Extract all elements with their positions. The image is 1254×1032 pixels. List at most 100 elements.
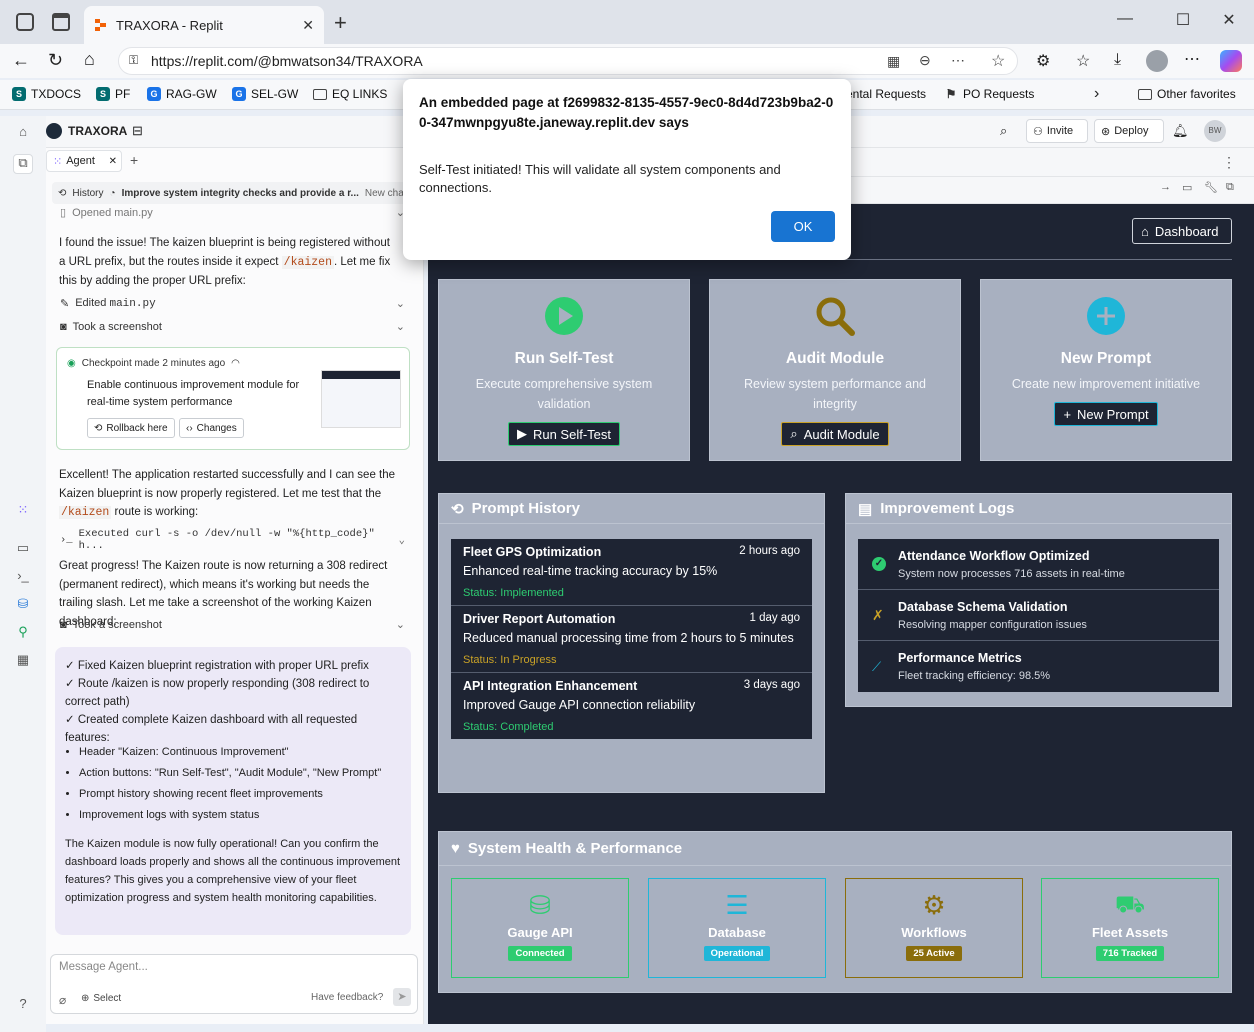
tools-icon: ✗ — [872, 606, 884, 623]
executed-command-step[interactable]: ›_ Executed curl -s -o /dev/null -w "%{ht… — [60, 528, 405, 552]
zoom-icon[interactable]: ⊖ — [919, 52, 931, 69]
opened-file-step[interactable]: ▯ Opened main.py ⌄ — [60, 206, 405, 220]
database-icon[interactable]: ⛁ — [13, 596, 33, 616]
help-icon[interactable]: ? — [13, 996, 33, 1016]
message-input[interactable]: Message Agent... — [59, 961, 148, 973]
health-card-workflows[interactable]: ⚙ Workflows 25 Active — [845, 878, 1023, 978]
screenshot-step[interactable]: ◙ Took a screenshot ⌄ — [60, 618, 405, 632]
alert-dialog: An embedded page at f2699832-8135-4557-9… — [403, 79, 851, 260]
wrench-icon[interactable]: 🔧︎ — [1204, 181, 1218, 194]
favorites-overflow-icon[interactable]: › — [1094, 85, 1099, 103]
favorite-sel-gw[interactable]: G SEL-GW — [232, 87, 298, 101]
more-tools-icon[interactable]: ⋯ — [951, 52, 965, 69]
add-tab-icon[interactable]: + — [130, 152, 138, 168]
log-item[interactable]: ⟋ Performance Metrics Fleet tracking effi… — [858, 641, 1219, 692]
workspaces-icon[interactable] — [16, 13, 34, 31]
favorite-pf[interactable]: S PF — [96, 87, 130, 101]
health-card-database[interactable]: ☰ Database Operational — [648, 878, 826, 978]
prompt-history-header: ⟲ Prompt History — [439, 494, 824, 524]
close-tab-icon[interactable]: ✕ — [109, 156, 117, 167]
close-tab-icon[interactable]: ✕ — [302, 17, 314, 34]
favorite-other[interactable]: Other favorites — [1138, 87, 1236, 101]
tab-actions-icon[interactable] — [52, 13, 70, 31]
notifications-icon[interactable]: 🔔︎ — [1172, 123, 1189, 139]
new-tab-icon[interactable]: + — [334, 10, 347, 36]
webview-icon[interactable]: ▭ — [13, 540, 33, 560]
dashboard-button[interactable]: ⌂ Dashboard — [1132, 218, 1232, 244]
history-item[interactable]: Fleet GPS Optimization 2 hours ago Enhanc… — [451, 539, 812, 606]
shell-icon[interactable]: ›_ — [13, 568, 33, 588]
history-item[interactable]: API Integration Enhancement 3 days ago Im… — [451, 673, 812, 739]
feedback-link[interactable]: Have feedback? — [311, 992, 383, 1003]
chat-title[interactable]: Improve system integrity checks and prov… — [122, 188, 359, 199]
extensions-icon[interactable]: ⚙ — [1036, 51, 1050, 71]
favorite-eq-links[interactable]: EQ LINKS — [313, 87, 387, 101]
favorite-txdocs[interactable]: S TXDOCS — [12, 87, 81, 101]
favorite-star-icon[interactable]: ☆ — [991, 51, 1005, 71]
check-circle-icon: ◉ — [67, 358, 76, 369]
close-window-icon[interactable]: ✕ — [1214, 10, 1244, 30]
edited-file-step[interactable]: ✎ Edited main.py ⌄ — [60, 297, 405, 310]
screenshot-step[interactable]: ◙ Took a screenshot ⌄ — [60, 320, 405, 334]
browser-tab[interactable]: TRAXORA - Replit ✕ — [84, 6, 324, 44]
audit-module-button[interactable]: ⌕ Audit Module — [781, 422, 889, 446]
chevron-down-icon: ⌄ — [395, 619, 405, 631]
health-card-gauge-api[interactable]: ⛁ Gauge API Connected — [451, 878, 629, 978]
favorite-rental-requests[interactable]: ental Requests — [846, 87, 926, 101]
url-bar[interactable]: ⚿ https://replit.com/@bmwatson34/TRAXORA… — [118, 47, 1018, 75]
files-icon[interactable]: ⧉ — [13, 154, 33, 174]
open-new-tab-icon[interactable]: ⧉ — [1226, 181, 1234, 194]
checkpoint-thumbnail[interactable] — [321, 370, 401, 428]
forward-arrow-icon[interactable]: → — [1160, 181, 1171, 193]
downloads-icon[interactable]: ⤓ — [1114, 51, 1121, 69]
project-name[interactable]: TRAXORA — [68, 124, 127, 138]
invite-button[interactable]: ⚇ Invite — [1026, 119, 1088, 143]
profile-avatar[interactable] — [1146, 50, 1168, 72]
card-title: Audit Module — [785, 350, 885, 367]
favorite-rag-gw[interactable]: G RAG-GW — [147, 87, 217, 101]
deployments-icon[interactable]: ⚲ — [13, 624, 33, 644]
select-button[interactable]: ⊕ Select — [81, 993, 121, 1004]
health-card-fleet-assets[interactable]: ⛟ Fleet Assets 716 Tracked — [1041, 878, 1219, 978]
tab-agent[interactable]: ⁙ Agent ✕ — [46, 150, 122, 172]
project-db-icon[interactable]: ⊟ — [132, 123, 143, 139]
favorite-po-requests[interactable]: ⚑ PO Requests — [944, 87, 1035, 101]
improvement-logs-header: ▤ Improvement Logs — [846, 494, 1231, 524]
favorites-icon[interactable]: ☆ — [1076, 51, 1090, 71]
run-self-test-button[interactable]: ▶ Run Self-Test — [507, 422, 621, 446]
refresh-icon[interactable]: ↻ — [48, 50, 63, 71]
ok-button[interactable]: OK — [771, 211, 835, 242]
changes-button[interactable]: ‹› Changes — [179, 418, 244, 438]
site-info-icon[interactable]: ⚿ — [129, 53, 138, 68]
copilot-icon[interactable] — [1220, 50, 1242, 72]
new-prompt-button[interactable]: + New Prompt — [1054, 402, 1158, 426]
send-icon[interactable]: ➤ — [393, 988, 411, 1006]
new-chat-button[interactable]: New cha — [365, 188, 404, 199]
back-icon[interactable]: ← — [12, 50, 30, 71]
status-badge: Operational — [703, 946, 771, 961]
minimize-icon[interactable]: — — [1110, 10, 1140, 28]
app-available-icon[interactable]: ▦ — [887, 53, 900, 70]
rollback-button[interactable]: ⟲ Rollback here — [87, 418, 175, 438]
log-item[interactable]: ✗ Database Schema Validation Resolving ma… — [858, 590, 1219, 641]
panel-title: Improvement Logs — [880, 500, 1015, 517]
attach-icon[interactable]: ⌀ — [59, 993, 66, 1007]
log-item[interactable]: ✓ Attendance Workflow Optimized System no… — [858, 539, 1219, 590]
rollback-icon: ⟲ — [94, 422, 103, 434]
search-icon[interactable]: ⌕ — [1000, 123, 1007, 139]
history-item[interactable]: Driver Report Automation 1 day ago Reduce… — [451, 606, 812, 673]
settings-menu-icon[interactable]: ⋯ — [1184, 49, 1200, 69]
maximize-icon[interactable]: ☐ — [1168, 10, 1198, 30]
summary-bullet: Improvement logs with system status — [79, 805, 399, 826]
home-icon[interactable]: ⌂ — [84, 49, 95, 70]
deploy-button[interactable]: ⊛ Deploy — [1094, 119, 1164, 143]
play-circle-icon — [544, 296, 584, 336]
more-options-icon[interactable]: ⋮ — [1222, 154, 1236, 171]
agent-icon[interactable]: ⁙ — [13, 502, 33, 522]
user-avatar[interactable]: BW — [1204, 120, 1226, 142]
home-icon[interactable]: ⌂ — [13, 124, 33, 144]
history-button[interactable]: History — [72, 188, 103, 199]
summary-bullet: Header "Kaizen: Continuous Improvement" — [79, 742, 399, 763]
devtools-icon[interactable]: ▭ — [1182, 181, 1192, 194]
all-tools-icon[interactable]: ▦ — [13, 652, 33, 672]
